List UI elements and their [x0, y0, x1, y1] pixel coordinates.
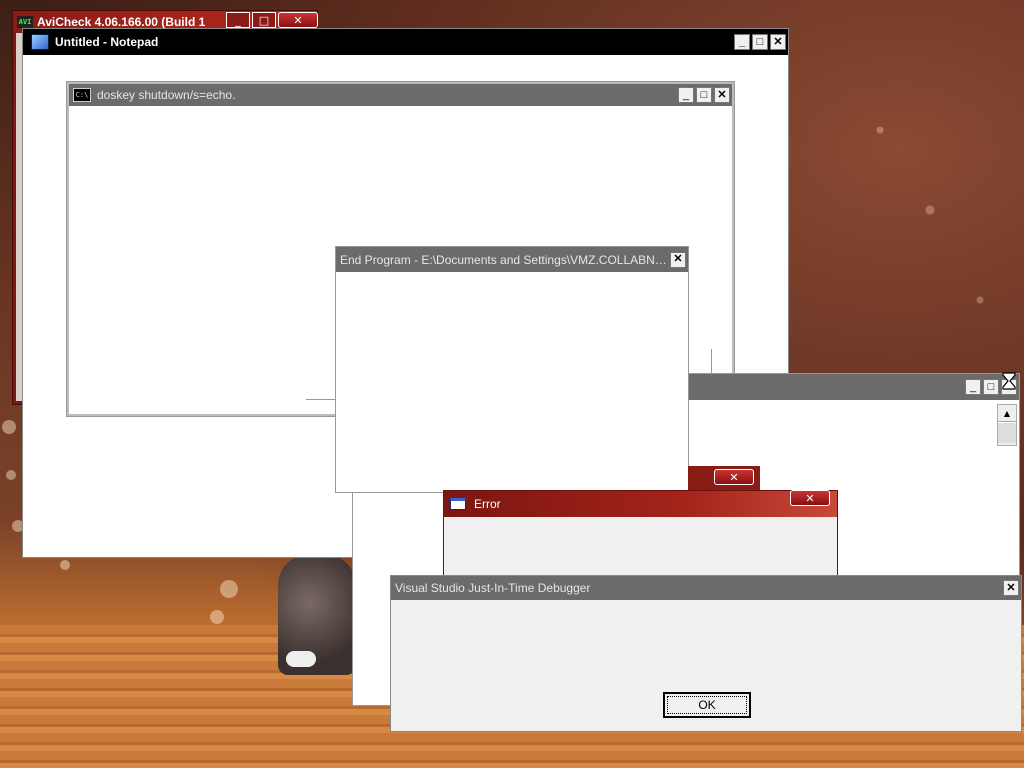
maximize-button[interactable]: □ — [696, 87, 712, 103]
cat-background — [278, 555, 356, 675]
hourglass-cursor-icon — [1002, 372, 1016, 390]
close-button[interactable]: ✕ — [278, 12, 318, 28]
cmd-icon: C:\ — [73, 88, 91, 102]
maximize-button[interactable]: □ — [252, 12, 276, 28]
jit-debugger-dialog: Visual Studio Just-In-Time Debugger ✕ OK — [390, 575, 1022, 732]
error-titlebar[interactable]: Error — [444, 491, 837, 517]
avi-app-icon: AVI — [17, 16, 33, 28]
end-program-title: End Program - E:\Documents and Settings\… — [340, 252, 670, 267]
close-button[interactable]: ✕ — [790, 490, 830, 506]
close-button[interactable]: ✕ — [670, 251, 686, 268]
notepad-titlebar[interactable]: Untitled - Notepad _ □ ✕ — [23, 29, 788, 55]
notepad-icon — [31, 34, 49, 50]
bokeh-light — [2, 420, 16, 434]
close-button[interactable]: ✕ — [714, 469, 754, 485]
error-title: Error — [474, 497, 501, 511]
debugger-title: Visual Studio Just-In-Time Debugger — [395, 581, 591, 595]
bokeh-light — [60, 560, 70, 570]
close-button[interactable]: ✕ — [770, 34, 786, 50]
ok-button[interactable]: OK — [663, 692, 751, 718]
close-button[interactable]: ✕ — [714, 87, 730, 103]
close-button[interactable]: ✕ — [1003, 580, 1019, 596]
window-icon — [450, 498, 466, 510]
error-window-behind: ✕ — [688, 466, 760, 492]
minimize-button[interactable]: _ — [965, 379, 981, 395]
cmd-title: doskey shutdown/s=echo. — [97, 88, 236, 102]
error-dialog: Error — [443, 490, 838, 580]
cat-paw — [286, 651, 316, 667]
cmd-titlebar[interactable]: C:\ doskey shutdown/s=echo. _ □ ✕ — [69, 84, 732, 106]
maximize-button[interactable]: □ — [983, 379, 999, 395]
minimize-button[interactable]: _ — [226, 12, 250, 28]
bokeh-light — [220, 580, 238, 598]
debugger-titlebar[interactable]: Visual Studio Just-In-Time Debugger ✕ — [391, 576, 1021, 600]
minimize-button[interactable]: _ — [734, 34, 750, 50]
bokeh-light — [6, 470, 16, 480]
notepad-title: Untitled - Notepad — [55, 35, 159, 49]
scroll-thumb[interactable] — [998, 422, 1016, 443]
end-program-dialog: End Program - E:\Documents and Settings\… — [335, 246, 689, 493]
end-program-titlebar[interactable]: End Program - E:\Documents and Settings\… — [336, 247, 688, 272]
minimize-button[interactable]: _ — [678, 87, 694, 103]
bokeh-light — [210, 610, 224, 624]
scroll-up-icon[interactable]: ▲ — [998, 405, 1016, 422]
vertical-scrollbar[interactable]: ▲ — [997, 404, 1017, 446]
maximize-button[interactable]: □ — [752, 34, 768, 50]
avicheck-controls: _ □ ✕ — [226, 12, 318, 28]
